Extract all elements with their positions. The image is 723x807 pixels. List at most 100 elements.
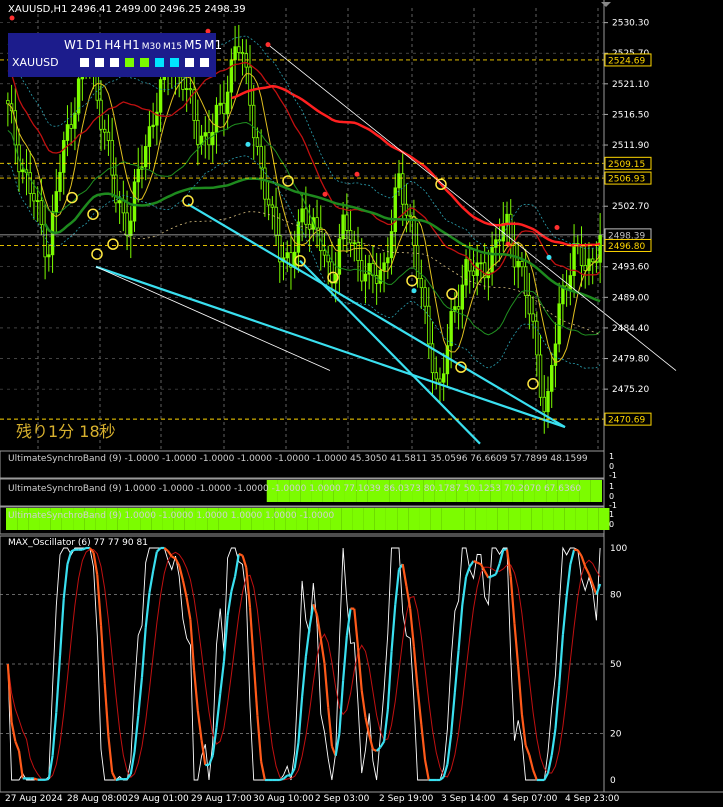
band2-label: UltimateSynchroBand (9) 1.0000 -1.0000 -… [8,484,582,494]
band-scale-label: -1 [609,501,617,510]
candle [62,140,66,173]
candle [184,88,189,90]
candle [531,313,535,322]
tf-h4[interactable]: H4 [104,38,121,52]
candle [337,238,342,275]
candle [218,102,222,106]
tf-m15[interactable]: M15 [163,42,182,52]
band-scale-label: 1 [609,482,614,491]
tf-h1[interactable]: H1 [123,38,140,52]
candle [35,200,40,202]
candle [225,91,230,115]
candle [538,354,543,398]
candle [345,214,349,231]
signal-square [80,58,89,67]
band3-strip-cell [408,508,420,530]
chart-menu-icon[interactable] [601,2,611,7]
osc-tick-label: 50 [610,660,622,670]
band3-strip-cell [475,508,487,530]
candle [6,100,10,105]
band-scale-label: -1 [609,471,617,480]
time-axis-label: 29 Aug 17:00 [191,794,252,804]
price-tick-label: 2530.30 [612,19,649,29]
osc-main-seg [81,546,87,551]
candle [415,245,420,279]
osc-main-seg [491,573,497,578]
swing-marker [446,288,458,300]
tf-w1[interactable]: W1 [64,38,84,52]
candle [546,390,550,413]
band-scale-label: 1 [609,452,614,461]
header-symbol: XAUUSD,H1 [8,4,68,15]
band3-strip-cell [564,508,576,530]
band2-strip-cell [579,480,591,502]
signal-square [95,58,104,67]
candle [348,230,353,244]
candle [590,258,595,263]
band3-strip-cell [397,508,409,530]
swing-marker [66,191,78,204]
candle [125,212,129,236]
candle [520,261,524,268]
time-axis-label: 30 Aug 10:00 [253,794,314,804]
candle [315,217,319,229]
price-tick-label: 2479.80 [612,355,649,365]
candle [471,270,476,276]
time-axis-label: 29 Aug 01:00 [128,794,189,804]
candle [557,303,561,345]
price-tick-label: 2484.40 [612,324,649,334]
time-axis-label: 27 Aug 2024 [5,794,63,804]
price-tick-label: 2511.90 [612,141,649,151]
candle [490,246,494,273]
band-scale-label: 1 [609,510,614,519]
candle [233,46,237,61]
candle [196,119,200,145]
bar-countdown: 残り1分 18秒 [16,422,116,441]
candle [117,200,122,204]
candle [460,284,465,310]
band3-label: UltimateSynchroBand (9) 1.0000 -1.0000 1… [8,511,335,521]
band3-strip-cell [486,508,498,530]
tf-m30[interactable]: M30 [142,42,161,52]
candle [143,146,148,168]
time-axis-label: 28 Aug 08:00 [67,794,128,804]
candle [58,172,62,192]
price-tick-label: 2493.60 [612,263,649,273]
candle [386,257,390,264]
osc-main-seg [115,778,120,782]
candle [583,265,587,271]
tf-m1[interactable]: M1 [204,38,222,52]
candle [28,172,32,194]
candle [527,295,532,315]
price-tick-label: 2475.20 [612,385,649,395]
candle [32,193,36,202]
candle [211,131,215,146]
time-axis: 27 Aug 2024 28 Aug 08:00 29 Aug 01:00 29 Au… [5,794,620,804]
band-scale-label: 0 [609,492,614,501]
price-tag-label: 2470.69 [608,416,645,426]
candle [479,262,483,265]
candle [43,224,47,258]
candle [103,128,107,133]
candle [214,104,219,133]
candle [270,204,275,208]
panel-symbol: XAUUSD [12,56,59,69]
ma-long-dotted [119,211,601,335]
candle [419,278,424,289]
price-tick-label: 2521.10 [612,80,649,90]
signal-square [110,58,119,67]
trend-line-cyan [187,203,566,428]
tf-d1[interactable]: D1 [86,38,103,52]
candle [158,79,163,113]
candle [594,261,599,264]
signal-square [155,58,164,67]
pivot-dot-red [322,191,328,197]
candle [188,88,193,91]
candle [494,239,498,248]
band3-strip-cell [520,508,532,530]
candle [579,244,584,266]
candle [397,173,401,189]
pivot-dot-red [354,171,360,177]
osc-main-seg [476,561,482,566]
tf-m5[interactable]: M5 [184,38,202,52]
